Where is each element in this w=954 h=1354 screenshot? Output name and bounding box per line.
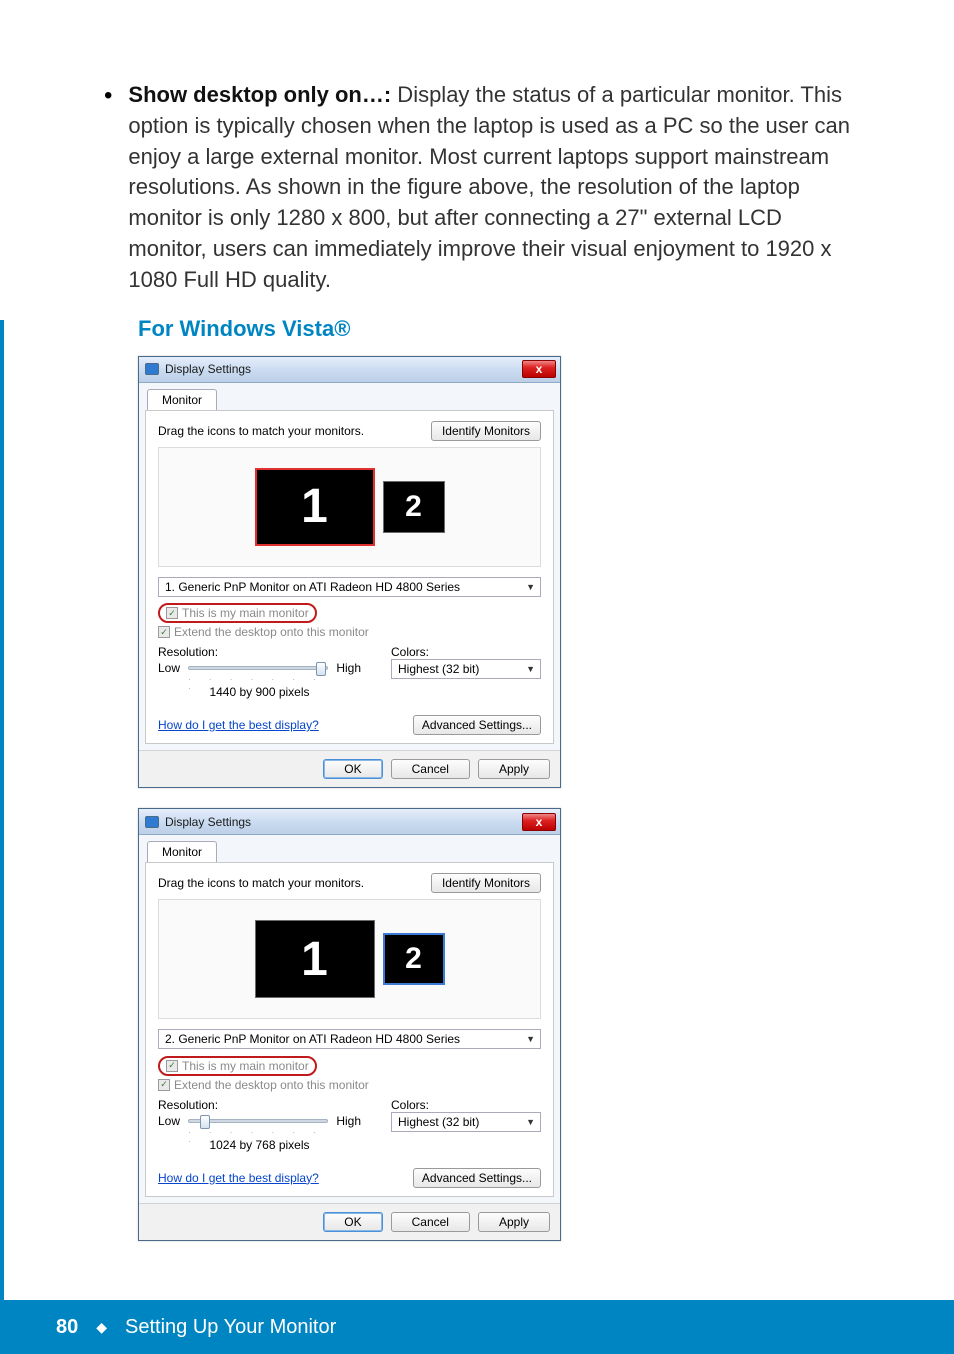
page-number: 80 (56, 1316, 78, 1339)
page-footer: 80 ◆ Setting Up Your Monitor (0, 1300, 954, 1354)
bullet-body: Display the status of a particular monit… (128, 82, 850, 292)
diamond-icon: ◆ (96, 1319, 107, 1336)
cancel-button[interactable]: Cancel (391, 759, 470, 779)
colors-label: Colors: (391, 645, 541, 659)
slider-low-label: Low (158, 1114, 180, 1128)
main-monitor-label: This is my main monitor (182, 1059, 309, 1073)
colors-selector[interactable]: Highest (32 bit) (391, 1112, 541, 1132)
close-icon: x (536, 815, 543, 829)
tab-monitor[interactable]: Monitor (147, 841, 217, 862)
apply-button[interactable]: Apply (478, 759, 550, 779)
display-settings-dialog-1: Display Settings x Monitor Drag the icon… (138, 356, 561, 789)
section-title: Setting Up Your Monitor (125, 1316, 336, 1339)
extend-desktop-label: Extend the desktop onto this monitor (174, 625, 369, 639)
checkbox-main-monitor[interactable]: ✓ (166, 1060, 178, 1072)
identify-monitors-button[interactable]: Identify Monitors (431, 421, 541, 441)
tab-monitor[interactable]: Monitor (147, 389, 217, 410)
main-monitor-highlight: ✓ This is my main monitor (158, 603, 317, 623)
ok-button[interactable]: OK (323, 1212, 382, 1232)
resolution-label: Resolution: (158, 645, 361, 659)
checkbox-extend-desktop[interactable]: ✓ (158, 626, 170, 638)
display-selector[interactable]: 2. Generic PnP Monitor on ATI Radeon HD … (158, 1029, 541, 1049)
drag-instruction: Drag the icons to match your monitors. (158, 424, 364, 438)
page-accent-bar (0, 320, 4, 1300)
checkbox-main-monitor[interactable]: ✓ (166, 607, 178, 619)
display-icon (145, 816, 159, 828)
vista-heading: For Windows Vista® (138, 316, 864, 342)
slider-high-label: High (336, 661, 361, 675)
checkbox-extend-desktop[interactable]: ✓ (158, 1079, 170, 1091)
main-monitor-highlight: ✓ This is my main monitor (158, 1056, 317, 1076)
resolution-label: Resolution: (158, 1098, 361, 1112)
bullet-dot: • (104, 80, 112, 296)
slider-thumb[interactable] (200, 1115, 210, 1129)
colors-label: Colors: (391, 1098, 541, 1112)
window-title: Display Settings (165, 362, 251, 376)
tab-strip: Monitor (139, 835, 560, 862)
close-icon: x (536, 362, 543, 376)
ok-button[interactable]: OK (323, 759, 382, 779)
display-settings-dialog-2: Display Settings x Monitor Drag the icon… (138, 808, 561, 1241)
advanced-settings-button[interactable]: Advanced Settings... (413, 1168, 541, 1188)
help-link[interactable]: How do I get the best display? (158, 718, 319, 732)
colors-selector[interactable]: Highest (32 bit) (391, 659, 541, 679)
drag-instruction: Drag the icons to match your monitors. (158, 876, 364, 890)
apply-button[interactable]: Apply (478, 1212, 550, 1232)
slider-high-label: High (336, 1114, 361, 1128)
monitor-icon-2[interactable]: 2 (383, 933, 445, 985)
advanced-settings-button[interactable]: Advanced Settings... (413, 715, 541, 735)
monitor-icon-1[interactable]: 1 (255, 920, 375, 998)
close-button[interactable]: x (522, 813, 556, 831)
tab-strip: Monitor (139, 383, 560, 410)
display-icon (145, 363, 159, 375)
resolution-slider[interactable] (188, 1119, 328, 1123)
slider-ticks: · · · · · · · · · · · · · (188, 675, 331, 683)
resolution-slider[interactable] (188, 666, 328, 670)
window-title: Display Settings (165, 815, 251, 829)
main-monitor-label: This is my main monitor (182, 606, 309, 620)
bullet-paragraph: • Show desktop only on…: Display the sta… (104, 80, 864, 296)
monitor-icon-1[interactable]: 1 (255, 468, 375, 546)
bullet-text: Show desktop only on…: Display the statu… (128, 80, 864, 296)
slider-low-label: Low (158, 661, 180, 675)
slider-ticks: · · · · · · · · · · · · · (188, 1128, 331, 1136)
close-button[interactable]: x (522, 360, 556, 378)
display-selector[interactable]: 1. Generic PnP Monitor on ATI Radeon HD … (158, 577, 541, 597)
slider-thumb[interactable] (316, 662, 326, 676)
titlebar: Display Settings x (139, 809, 560, 835)
cancel-button[interactable]: Cancel (391, 1212, 470, 1232)
monitor-arrangement-area[interactable]: 1 2 (158, 899, 541, 1019)
help-link[interactable]: How do I get the best display? (158, 1171, 319, 1185)
bullet-heading: Show desktop only on…: (128, 82, 391, 107)
monitor-icon-2[interactable]: 2 (383, 481, 445, 533)
monitor-arrangement-area[interactable]: 1 2 (158, 447, 541, 567)
titlebar: Display Settings x (139, 357, 560, 383)
extend-desktop-label: Extend the desktop onto this monitor (174, 1078, 369, 1092)
identify-monitors-button[interactable]: Identify Monitors (431, 873, 541, 893)
